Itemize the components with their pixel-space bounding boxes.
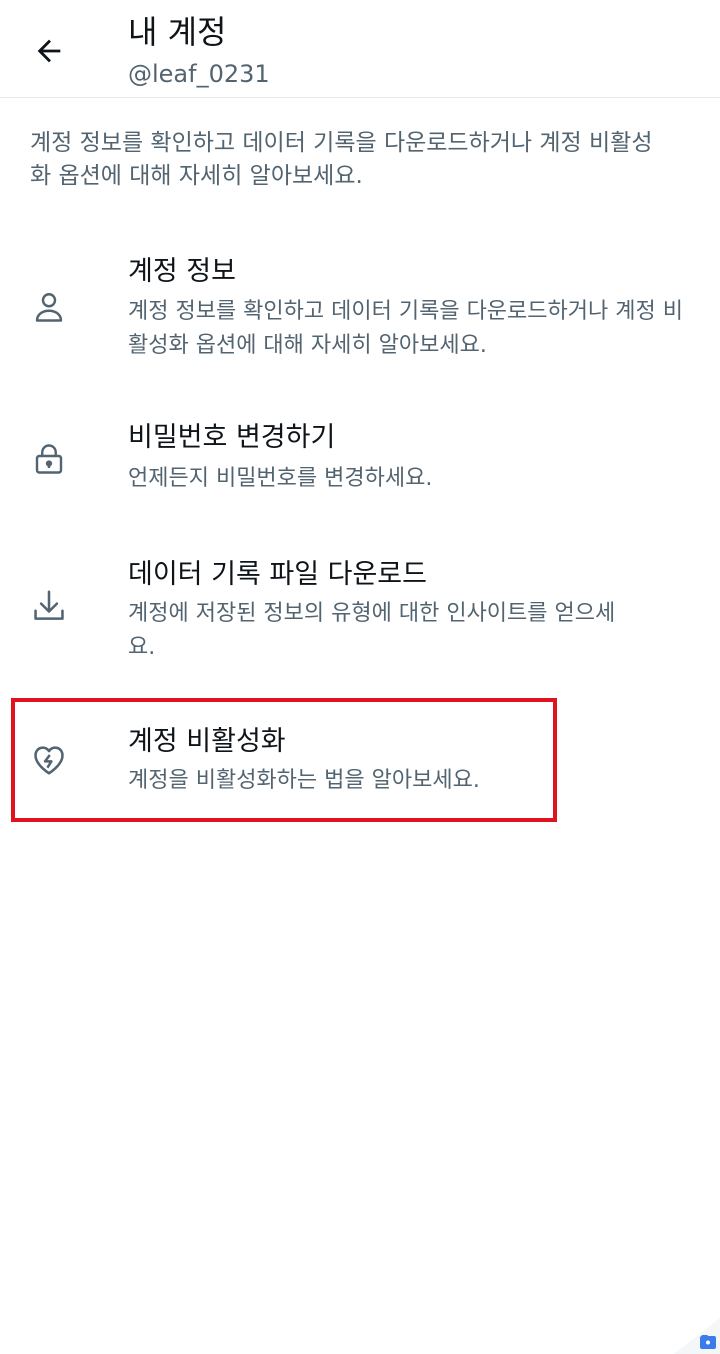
menu-item-download-archive[interactable]: 데이터 기록 파일 다운로드 계정에 저장된 정보의 유형에 대한 인사이트를 … <box>0 555 720 665</box>
menu-item-title: 계정 정보 <box>128 256 236 287</box>
top-app-bar: 내 계정 @leaf_0231 <box>0 0 720 98</box>
arrow-left-icon <box>37 39 61 63</box>
menu-item-title: 데이터 기록 파일 다운로드 <box>128 559 427 590</box>
download-icon <box>30 587 68 625</box>
account-page: 내 계정 @leaf_0231 계정 정보를 확인하고 데이터 기록을 다운로드… <box>0 0 720 1354</box>
menu-item-description: 언제든지 비밀번호를 변경하세요. <box>128 466 433 491</box>
back-button[interactable] <box>24 26 74 76</box>
menu-item-account-info[interactable]: 계정 정보 계정 정보를 확인하고 데이터 기록을 다운로드하거나 계정 비활성… <box>0 250 720 370</box>
intro-text: 계정 정보를 확인하고 데이터 기록을 다운로드하거나 계정 비활성화 옵션에 … <box>30 130 653 189</box>
menu-item-title: 비밀번호 변경하기 <box>128 422 336 453</box>
highlight-annotation <box>11 698 557 822</box>
page-title: 내 계정 <box>128 13 227 51</box>
menu-item-description: 계정에 저장된 정보의 유형에 대한 인사이트를 얻으세요. <box>128 601 616 660</box>
folder-badge-icon <box>674 1314 720 1354</box>
menu-item-change-password[interactable]: 비밀번호 변경하기 언제든지 비밀번호를 변경하세요. <box>0 418 720 498</box>
lock-icon <box>30 440 68 478</box>
account-handle: @leaf_0231 <box>128 60 270 88</box>
person-icon <box>30 288 68 326</box>
menu-item-description: 계정 정보를 확인하고 데이터 기록을 다운로드하거나 계정 비활성화 옵션에 … <box>128 299 683 358</box>
